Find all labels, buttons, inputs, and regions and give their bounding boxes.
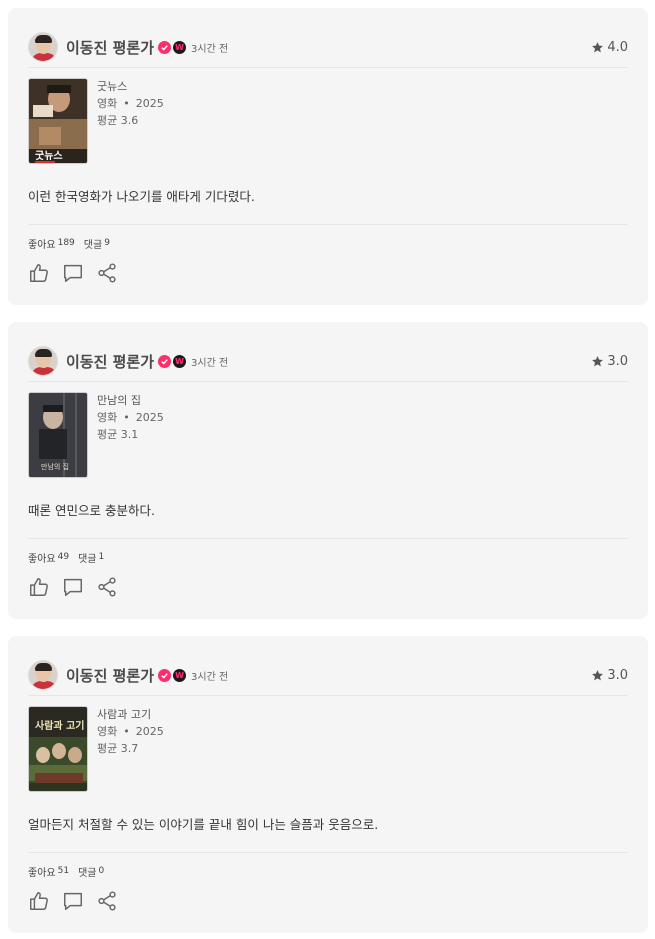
share-button[interactable] (96, 575, 130, 599)
movie-type-year: 영화 • 2025 (97, 97, 164, 110)
movie-meta: 굿뉴스 영화 • 2025 평균 3.6 (97, 78, 164, 129)
brand-badge-icon: W (173, 40, 187, 54)
movie-poster[interactable]: 만남의 집 (28, 392, 88, 478)
movie-title[interactable]: 사람과 고기 (97, 706, 164, 723)
check-badge-icon (158, 668, 172, 682)
share-button[interactable] (96, 889, 130, 913)
check-badge-icon (158, 354, 172, 368)
movie-average: 평균 3.6 (97, 114, 139, 127)
movie-meta: 만남의 집 영화 • 2025 평균 3.1 (97, 392, 164, 443)
comment-icon (64, 578, 82, 596)
poster-caption: 만남의 집 (41, 462, 69, 471)
likes-count: 좋아요 51 (28, 866, 70, 879)
like-button[interactable] (28, 261, 62, 285)
movie-poster[interactable]: 굿뉴스 (28, 78, 88, 164)
like-button[interactable] (28, 575, 62, 599)
movie-poster[interactable]: 사람과 고기 (28, 706, 88, 792)
likes-count: 좋아요 189 (28, 238, 75, 251)
comment-button[interactable] (62, 575, 96, 599)
star-icon (592, 669, 604, 680)
share-icon (98, 891, 116, 911)
share-icon (98, 263, 116, 283)
poster-caption: 사람과 고기 (35, 719, 84, 732)
divider (28, 852, 628, 853)
rating: 3.0 (591, 354, 628, 369)
divider (28, 695, 628, 696)
review-text[interactable]: 얼마든지 처절할 수 있는 이야기를 끝내 힘이 나는 슬픔과 웃음으로. (28, 814, 378, 833)
divider (28, 381, 628, 382)
comment-icon (64, 892, 82, 910)
comments-count: 댓글 0 (78, 866, 105, 879)
comment-icon (64, 264, 82, 282)
movie-type-year: 영화 • 2025 (97, 725, 164, 738)
thumbs-up-icon (30, 578, 48, 596)
movie-type-year: 영화 • 2025 (97, 411, 164, 424)
rating-value: 3.0 (607, 353, 628, 369)
like-button[interactable] (28, 889, 62, 913)
review-card: 이동진 평론가 W 3시간 전 3.0 사람과 고기 사람과 고기 영화 • 2… (8, 636, 648, 933)
rating: 3.0 (591, 668, 628, 683)
review-stats: 좋아요 49 댓글 1 (28, 550, 113, 565)
divider (28, 67, 628, 68)
avatar[interactable] (28, 32, 58, 62)
author-name[interactable]: 이동진 평론가 (66, 351, 154, 372)
review-actions (28, 261, 130, 285)
review-time: 3시간 전 (191, 671, 229, 683)
divider (28, 538, 628, 539)
movie-average: 평균 3.7 (97, 742, 139, 755)
review-time: 3시간 전 (191, 357, 229, 369)
comment-button[interactable] (62, 261, 96, 285)
rating-value: 4.0 (607, 39, 628, 55)
brand-badge-icon: W (173, 668, 187, 682)
review-feed: 이동진 평론가 W 3시간 전 4.0 굿뉴스 굿뉴스 영화 • 2025 평균… (0, 0, 655, 939)
likes-count: 좋아요 49 (28, 552, 70, 565)
review-header: 이동진 평론가 W 3시간 전 3.0 (28, 656, 628, 694)
thumbs-up-icon (30, 264, 48, 282)
review-stats: 좋아요 51 댓글 0 (28, 864, 113, 879)
share-icon (98, 577, 116, 597)
movie-average: 평균 3.1 (97, 428, 139, 441)
check-badge-icon (158, 40, 172, 54)
review-header: 이동진 평론가 W 3시간 전 3.0 (28, 342, 628, 380)
star-icon (592, 41, 604, 52)
review-stats: 좋아요 189 댓글 9 (28, 236, 119, 251)
share-button[interactable] (96, 261, 130, 285)
comments-count: 댓글 1 (78, 552, 105, 565)
review-header: 이동진 평론가 W 3시간 전 4.0 (28, 28, 628, 66)
avatar[interactable] (28, 660, 58, 690)
review-text[interactable]: 때론 연민으로 충분하다. (28, 500, 155, 519)
rating: 4.0 (591, 40, 628, 55)
comment-button[interactable] (62, 889, 96, 913)
star-icon (592, 355, 604, 366)
poster-caption: 굿뉴스 (35, 150, 63, 162)
divider (28, 224, 628, 225)
comments-count: 댓글 9 (83, 238, 110, 251)
review-time: 3시간 전 (191, 43, 229, 55)
review-text[interactable]: 이런 한국영화가 나오기를 애타게 기다렸다. (28, 186, 255, 205)
author-name[interactable]: 이동진 평론가 (66, 665, 154, 686)
movie-meta: 사람과 고기 영화 • 2025 평균 3.7 (97, 706, 164, 757)
review-card: 이동진 평론가 W 3시간 전 4.0 굿뉴스 굿뉴스 영화 • 2025 평균… (8, 8, 648, 305)
avatar[interactable] (28, 346, 58, 376)
review-actions (28, 575, 130, 599)
movie-title[interactable]: 굿뉴스 (97, 78, 164, 95)
brand-badge-icon: W (173, 354, 187, 368)
review-actions (28, 889, 130, 913)
review-card: 이동진 평론가 W 3시간 전 3.0 만남의 집 만남의 집 영화 • 202… (8, 322, 648, 619)
thumbs-up-icon (30, 892, 48, 910)
author-name[interactable]: 이동진 평론가 (66, 37, 154, 58)
rating-value: 3.0 (607, 667, 628, 683)
movie-title[interactable]: 만남의 집 (97, 392, 164, 409)
